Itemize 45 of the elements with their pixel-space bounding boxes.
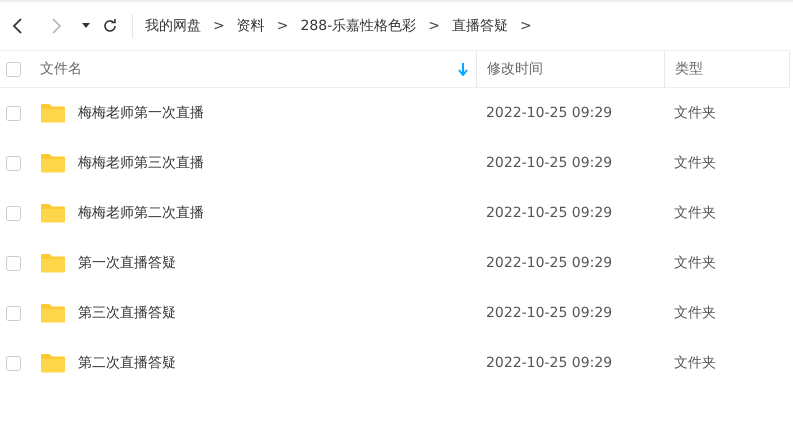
folder-icon bbox=[40, 203, 66, 223]
modified-time: 2022-10-25 09:29 bbox=[486, 255, 612, 271]
folder-icon bbox=[40, 253, 66, 273]
file-type: 文件夹 bbox=[674, 254, 716, 272]
file-type: 文件夹 bbox=[674, 304, 716, 322]
breadcrumb-link[interactable]: 288-乐嘉性格色彩 bbox=[300, 17, 416, 35]
modified-time: 2022-10-25 09:29 bbox=[486, 155, 612, 171]
modified-time: 2022-10-25 09:29 bbox=[486, 305, 612, 321]
sort-arrow-icon[interactable] bbox=[458, 62, 468, 76]
checkbox[interactable] bbox=[6, 62, 21, 76]
modified-time: 2022-10-25 09:29 bbox=[486, 105, 612, 121]
column-header[interactable]: 修改时间 bbox=[487, 61, 543, 77]
file-type: 文件夹 bbox=[674, 154, 716, 172]
folder-icon bbox=[40, 303, 66, 323]
file-type: 文件夹 bbox=[674, 204, 716, 222]
modified-time: 2022-10-25 09:29 bbox=[486, 355, 612, 371]
breadcrumb-separator: > bbox=[276, 18, 288, 34]
breadcrumb-separator: > bbox=[213, 18, 225, 34]
column-header[interactable]: 文件名 bbox=[40, 61, 82, 77]
breadcrumb-separator: > bbox=[520, 18, 532, 34]
checkbox[interactable] bbox=[6, 206, 21, 220]
checkbox[interactable] bbox=[6, 106, 21, 120]
file-name[interactable]: 第一次直播答疑 bbox=[78, 254, 176, 272]
modified-time: 2022-10-25 09:29 bbox=[486, 205, 612, 221]
folder-icon bbox=[40, 353, 66, 373]
file-name[interactable]: 梅梅老师第三次直播 bbox=[78, 154, 204, 172]
checkbox[interactable] bbox=[6, 306, 21, 320]
folder-icon bbox=[40, 153, 66, 173]
forward-icon[interactable] bbox=[50, 18, 62, 34]
file-type: 文件夹 bbox=[674, 354, 716, 372]
checkbox[interactable] bbox=[6, 356, 21, 370]
file-name[interactable]: 第二次直播答疑 bbox=[78, 354, 176, 372]
folder-icon bbox=[40, 103, 66, 123]
breadcrumb-separator: > bbox=[428, 18, 440, 34]
file-name[interactable]: 第三次直播答疑 bbox=[78, 304, 176, 322]
file-type: 文件夹 bbox=[674, 104, 716, 122]
checkbox[interactable] bbox=[6, 256, 21, 270]
back-icon[interactable] bbox=[12, 18, 24, 34]
file-name[interactable]: 梅梅老师第二次直播 bbox=[78, 204, 204, 222]
checkbox[interactable] bbox=[6, 156, 21, 170]
breadcrumb-link[interactable]: 资料 bbox=[236, 17, 265, 35]
column-header[interactable]: 类型 bbox=[675, 61, 703, 77]
breadcrumb-link[interactable]: 我的网盘 bbox=[145, 17, 201, 35]
breadcrumb-link[interactable]: 直播答疑 bbox=[452, 17, 508, 35]
file-name[interactable]: 梅梅老师第一次直播 bbox=[78, 104, 204, 122]
